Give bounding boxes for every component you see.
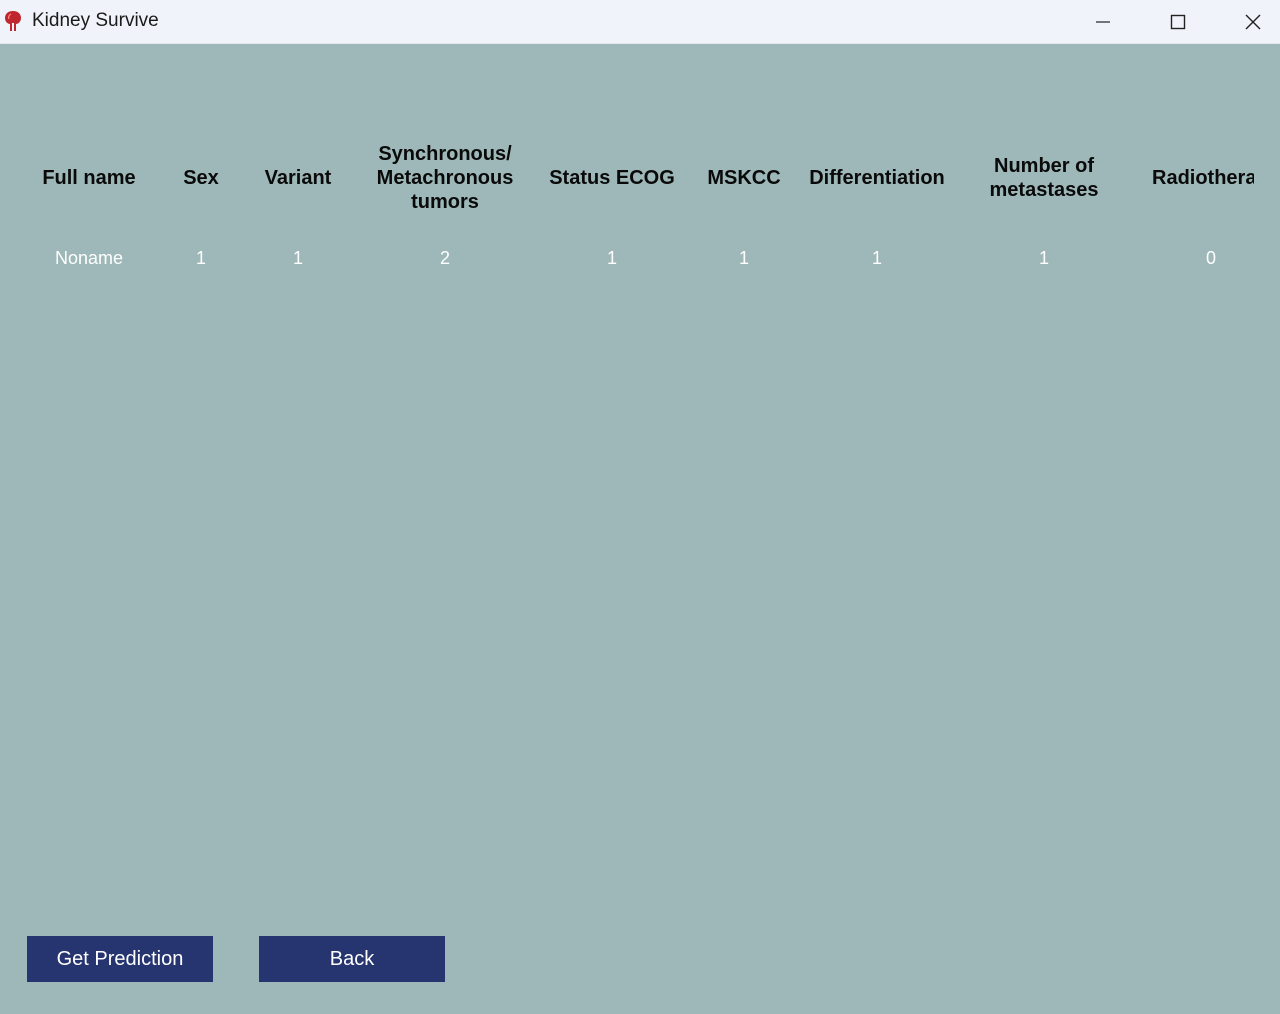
column-header-sex: Sex: [183, 167, 219, 189]
maximize-icon: [1170, 14, 1186, 29]
kidney-icon: [5, 11, 21, 31]
title-bar: Kidney Survive: [0, 0, 1280, 44]
back-button[interactable]: Back: [259, 936, 445, 982]
get-prediction-button[interactable]: Get Prediction: [27, 936, 213, 982]
column-header-number-of-metastases: Number of metastases: [989, 155, 1099, 201]
column-header-full-name: Full name: [42, 167, 136, 189]
column-header-mskcc: MSKCC: [707, 167, 781, 189]
column-header-differentiation: Differentiation: [809, 167, 945, 189]
close-icon: [1245, 14, 1261, 29]
table-cell-synchronous-tumors: 2: [439, 247, 450, 268]
window-title: Kidney Survive: [32, 10, 159, 31]
table-cell-sex: 1: [195, 247, 206, 268]
minimize-icon: [1096, 20, 1110, 23]
table-cell-status-ecog: 1: [606, 247, 617, 268]
table-cell-variant: 1: [292, 247, 303, 268]
close-button[interactable]: [1216, 0, 1280, 43]
table-cell-number-of-metastases: 1: [1038, 247, 1049, 268]
minimize-button[interactable]: [1066, 0, 1140, 43]
maximize-button[interactable]: [1141, 0, 1215, 43]
table-cell-full-name: Noname: [54, 247, 124, 268]
column-header-variant: Variant: [264, 167, 332, 189]
app-window: Kidney Survive Full name Sex Variant Syn…: [0, 0, 1280, 1014]
column-header-synchronous-tumors: Synchronous/ Metachronous tumors: [376, 143, 514, 213]
column-header-status-ecog: Status ECOG: [549, 167, 675, 189]
patient-table: Full name Sex Variant Synchronous/ Metac…: [0, 44, 1280, 904]
table-cell-mskcc: 1: [738, 247, 749, 268]
table-cell-differentiation: 1: [871, 247, 882, 268]
table-clip-edge: [1254, 44, 1280, 904]
